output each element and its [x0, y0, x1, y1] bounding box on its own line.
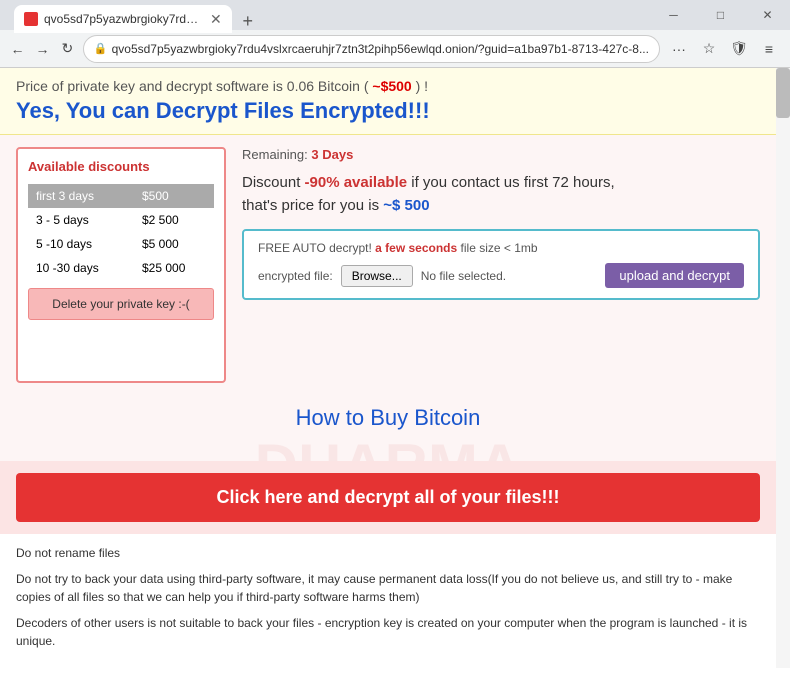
active-tab[interactable]: qvo5sd7p5yazwbrgioky7rdu4vslxrc... ✕: [14, 5, 232, 33]
period-cell: first 3 days: [28, 184, 134, 208]
table-row: first 3 days $500: [28, 184, 214, 208]
footer-section: Do not rename files Do not try to back y…: [0, 534, 776, 668]
tab-title: qvo5sd7p5yazwbrgioky7rdu4vslxrc...: [44, 12, 204, 26]
table-row: 10 -30 days $25 000: [28, 256, 214, 280]
file-upload-line: encrypted file: Browse... No file select…: [258, 263, 744, 288]
decrypt-box: FREE AUTO decrypt! a few seconds file si…: [242, 229, 760, 300]
price-text: Price of private key and decrypt softwar…: [16, 78, 372, 94]
remaining-text: Remaining: 3 Days: [242, 147, 760, 162]
discount-info: Discount -90% available if you contact u…: [242, 172, 760, 217]
price-cell: $500: [134, 184, 214, 208]
lock-icon: 🔒: [94, 42, 108, 55]
page-wrapper: Price of private key and decrypt softwar…: [0, 68, 790, 668]
cta-section: Click here and decrypt all of your files…: [0, 461, 776, 534]
free-decrypt-line: FREE AUTO decrypt! a few seconds file si…: [258, 241, 744, 255]
window-controls: ─ □ ✕: [651, 0, 790, 30]
nav-bar: ← → ↻ 🔒 qvo5sd7p5yazwbrgioky7rdu4vslxrca…: [0, 30, 790, 68]
discount-text-2: if you contact us first 72 hours,: [407, 174, 615, 191]
discount-text-1: Discount: [242, 174, 305, 191]
free-text-1: FREE AUTO decrypt!: [258, 241, 375, 255]
browse-button[interactable]: Browse...: [341, 265, 413, 287]
bitcoin-section: How to Buy Bitcoin: [0, 395, 776, 441]
period-cell: 3 - 5 days: [28, 208, 134, 232]
upload-decrypt-button[interactable]: upload and decrypt: [605, 263, 744, 288]
shield-button[interactable]: 🛡: [726, 36, 752, 62]
new-tab-button[interactable]: +: [236, 9, 260, 33]
address-bar[interactable]: 🔒 qvo5sd7p5yazwbrgioky7rdu4vslxrcaeruhjr…: [83, 35, 660, 63]
watermark-text: DHARMA: [255, 441, 522, 461]
tab-favicon: [24, 12, 38, 26]
discount-text-3: that's price for you is: [242, 197, 383, 214]
title-bar: qvo5sd7p5yazwbrgioky7rdu4vslxrc... ✕ + ─…: [0, 0, 790, 30]
address-text: qvo5sd7p5yazwbrgioky7rdu4vslxrcaeruhjr7z…: [112, 42, 649, 56]
nav-right-controls: ··· ☆ 🛡 ≡: [666, 36, 782, 62]
right-panel: Remaining: 3 Days Discount -90% availabl…: [242, 147, 760, 383]
scrollbar-thumb[interactable]: [776, 68, 790, 118]
remaining-days: 3 Days: [311, 147, 353, 162]
more-button[interactable]: ···: [666, 36, 692, 62]
header-banner: Price of private key and decrypt softwar…: [0, 68, 776, 135]
discount-price: ~$ 500: [383, 197, 429, 214]
decrypt-headline: Yes, You can Decrypt Files Encrypted!!!: [16, 98, 760, 124]
page-content: Price of private key and decrypt softwar…: [0, 68, 776, 668]
remaining-label: Remaining:: [242, 147, 311, 162]
main-area: Available discounts first 3 days $500 3 …: [0, 135, 776, 395]
footer-line-2: Do not try to back your data using third…: [16, 570, 760, 606]
scrollbar-track[interactable]: [776, 68, 790, 668]
minimize-button[interactable]: ─: [651, 0, 696, 30]
price-line: Price of private key and decrypt softwar…: [16, 78, 760, 94]
price-cell: $5 000: [134, 232, 214, 256]
price-cell: $25 000: [134, 256, 214, 280]
footer-line-3: Decoders of other users is not suitable …: [16, 614, 760, 650]
price-end: ) !: [412, 78, 428, 94]
discounts-panel: Available discounts first 3 days $500 3 …: [16, 147, 226, 383]
period-cell: 10 -30 days: [28, 256, 134, 280]
refresh-button[interactable]: ↻: [58, 36, 77, 62]
bitcoin-title: How to Buy Bitcoin: [16, 405, 760, 431]
delete-key-button[interactable]: Delete your private key :-(: [28, 288, 214, 320]
discount-pct: -90% available: [305, 174, 408, 191]
menu-button[interactable]: ≡: [756, 36, 782, 62]
close-button[interactable]: ✕: [745, 0, 790, 30]
star-button[interactable]: ☆: [696, 36, 722, 62]
table-row: 3 - 5 days $2 500: [28, 208, 214, 232]
free-text-2: file size < 1mb: [457, 241, 537, 255]
maximize-button[interactable]: □: [698, 0, 743, 30]
footer-line-1: Do not rename files: [16, 544, 760, 562]
price-highlight: ~$500: [372, 78, 411, 94]
tab-close-icon[interactable]: ✕: [210, 11, 222, 28]
cta-button[interactable]: Click here and decrypt all of your files…: [16, 473, 760, 522]
back-button[interactable]: ←: [8, 36, 27, 62]
forward-button[interactable]: →: [33, 36, 52, 62]
price-cell: $2 500: [134, 208, 214, 232]
file-label: encrypted file:: [258, 269, 333, 283]
period-cell: 5 -10 days: [28, 232, 134, 256]
table-row: 5 -10 days $5 000: [28, 232, 214, 256]
discounts-title: Available discounts: [28, 159, 214, 174]
no-file-text: No file selected.: [421, 269, 506, 283]
few-seconds: a few seconds: [375, 241, 457, 255]
discount-table: first 3 days $500 3 - 5 days $2 500 5 -1…: [28, 184, 214, 280]
watermark-area: DHARMA: [0, 441, 776, 461]
